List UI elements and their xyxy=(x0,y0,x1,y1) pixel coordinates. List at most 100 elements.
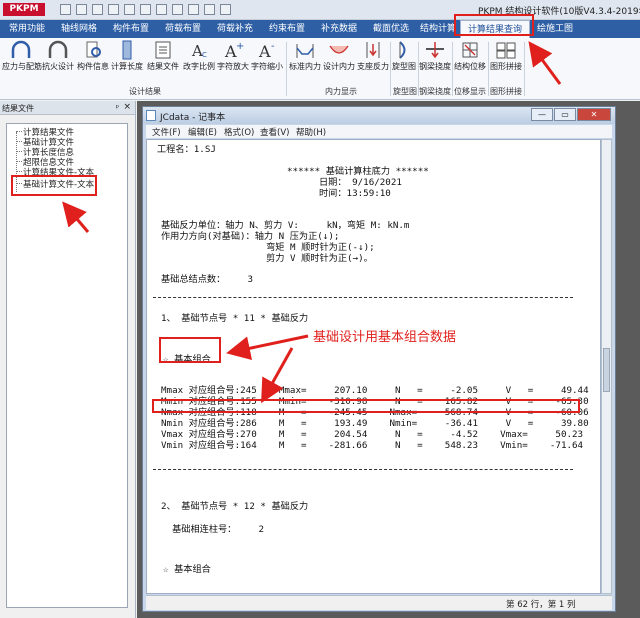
close-icon[interactable]: × xyxy=(123,102,131,112)
design-force-icon xyxy=(329,45,349,54)
text-shrink-button[interactable]: A- 字符缩小 xyxy=(250,40,284,76)
structure-displacement-button[interactable]: 结构位移 xyxy=(452,40,488,76)
text-enlarge-button[interactable]: A + 字符放大 xyxy=(216,40,250,76)
minimize-button[interactable]: — xyxy=(531,108,553,121)
design-force-button[interactable]: 设计内力 xyxy=(322,40,356,76)
tool-label: 结果文件 xyxy=(147,62,179,71)
fire-design-button[interactable]: 抗火设计 xyxy=(40,40,76,76)
zoom-icon[interactable] xyxy=(156,4,167,15)
save-icon[interactable] xyxy=(92,4,103,15)
result-row-vmax: Vmax 对应组合号:270 M = 204.54 N = -4.52 Vmax… xyxy=(161,429,584,440)
notepad-menubar: 文件(F) 编辑(E) 格式(O) 查看(V) 帮助(H) xyxy=(146,125,612,138)
svg-text:C: C xyxy=(202,51,207,59)
tab-supplement-data[interactable]: 补充数据 xyxy=(314,20,364,38)
maximize-button[interactable]: ▭ xyxy=(554,108,576,121)
result-file-button[interactable]: 结果文件 xyxy=(146,40,180,76)
pan-icon[interactable] xyxy=(188,4,199,15)
tree-connector xyxy=(16,161,22,162)
tab-section-optimize[interactable]: 截面优选 xyxy=(366,20,416,38)
menu-file[interactable]: 文件(F) xyxy=(152,126,181,138)
text-total-nodes: 基础总结点数： 3 xyxy=(161,274,253,285)
graph-merge-button[interactable]: 图形拼接 xyxy=(488,40,524,76)
svg-text:-: - xyxy=(271,41,275,52)
print-icon[interactable] xyxy=(140,4,151,15)
settings-icon[interactable] xyxy=(220,4,231,15)
tool-label: 图形拼接 xyxy=(490,62,522,71)
text-project: 工程名：1.SJ xyxy=(157,144,216,155)
group-label-graph-merge: 图形拼接 xyxy=(490,87,522,96)
notepad-statusbar: 第 62 行，第 1 列 xyxy=(146,595,612,610)
mode-shape-button[interactable]: 旋型图 xyxy=(391,40,417,76)
text-heading: ****** 基础计算柱底力 ****** xyxy=(287,166,429,177)
text-scale-icon: AC xyxy=(191,42,207,60)
group-separator xyxy=(286,42,287,96)
result-row-mmax: Mmax 对应组合号:245 Mmax= 207.10 N = -2.05 V … xyxy=(161,385,589,396)
tool-label: 应力与配筋 xyxy=(2,62,42,71)
pin-icon[interactable]: ᵖ xyxy=(116,103,119,112)
tab-constraint-layout[interactable]: 约束布置 xyxy=(262,20,312,38)
graph-merge-icon xyxy=(496,42,516,59)
tab-drawing[interactable]: 绘施工图 xyxy=(532,20,578,38)
open-icon[interactable] xyxy=(76,4,87,15)
displacement-icon xyxy=(462,42,478,58)
ribbon-toolbar: 应力与配筋 抗火设计 构件信息 计算长度 结果文件 AC 改字比例 A + 字符放… xyxy=(0,38,640,100)
tree-connector xyxy=(16,131,22,132)
menu-view[interactable]: 查看(V) xyxy=(260,126,289,138)
highlight-basic-combo xyxy=(159,337,221,363)
text-divider xyxy=(153,297,573,298)
tab-load-supplement[interactable]: 荷载补充 xyxy=(210,20,260,38)
tab-load-layout[interactable]: 荷载布置 xyxy=(158,20,208,38)
deflection-icon xyxy=(426,42,444,59)
support-reaction-button[interactable]: 支座反力 xyxy=(356,40,390,76)
steel-deflection-button[interactable]: 钢梁挠度 xyxy=(418,40,452,76)
highlight-calc-results-tab xyxy=(454,14,534,36)
calc-length-button[interactable]: 计算长度 xyxy=(110,40,144,76)
member-info-icon xyxy=(86,41,101,58)
tab-member-layout[interactable]: 构件布置 xyxy=(106,20,156,38)
tool-label: 计算长度 xyxy=(111,62,143,71)
text-enlarge-icon: A + xyxy=(224,41,244,60)
cursor-position: 第 62 行，第 1 列 xyxy=(506,600,576,610)
fire-arch-icon xyxy=(48,40,68,58)
group-label-deflection: 钢梁挠度 xyxy=(419,87,451,96)
tool-label: 构件信息 xyxy=(77,62,109,71)
tree-connector xyxy=(16,141,22,142)
undo-icon[interactable] xyxy=(108,4,119,15)
tab-axis-grid[interactable]: 轴线网格 xyxy=(54,20,104,38)
text-scale-button[interactable]: AC 改字比例 xyxy=(182,40,216,76)
stress-reinforcement-button[interactable]: 应力与配筋 xyxy=(2,40,42,76)
stress-icon xyxy=(11,40,31,58)
annotation-text: 基础设计用基本组合数据 xyxy=(313,330,457,345)
rotate-icon[interactable] xyxy=(204,4,215,15)
view-3d-icon[interactable] xyxy=(172,4,183,15)
scrollbar-thumb[interactable] xyxy=(603,348,610,392)
menu-help[interactable]: 帮助(H) xyxy=(296,126,326,138)
tool-label: 旋型图 xyxy=(392,62,416,71)
group-label-mode-shape: 旋型图 xyxy=(393,87,417,96)
text-date: 日期： 9/16/2021 xyxy=(319,177,402,188)
text-node-2: 2、 基础节点号 * 12 * 基础反力 xyxy=(161,501,309,512)
panel-header: 结果文件 ᵖ × xyxy=(0,101,135,115)
tool-label: 钢梁挠度 xyxy=(419,62,451,71)
member-info-button[interactable]: 构件信息 xyxy=(76,40,110,76)
new-icon[interactable] xyxy=(60,4,71,15)
tab-structure-calc[interactable]: 结构计算 xyxy=(418,20,458,38)
std-force-button[interactable]: 标准内力 xyxy=(288,40,322,76)
text-time: 时间：13:59:10 xyxy=(319,188,391,199)
tool-label: 标准内力 xyxy=(289,62,321,71)
vertical-scrollbar[interactable] xyxy=(601,139,612,594)
tool-label: 改字比例 xyxy=(183,62,215,71)
redo-icon[interactable] xyxy=(124,4,135,15)
tab-common[interactable]: 常用功能 xyxy=(2,20,52,38)
notepad-text-area[interactable]: 工程名：1.SJ ****** 基础计算柱底力 ****** 日期： 9/16/… xyxy=(146,139,601,594)
title-bar: PKPM PKPM 结构设计软件(10版V4.3.4-2019年3月 xyxy=(0,0,640,20)
menu-format[interactable]: 格式(O) xyxy=(224,126,254,138)
tool-label: 结构位移 xyxy=(454,62,486,71)
highlight-foundation-text-item xyxy=(11,175,97,196)
close-button[interactable]: ✕ xyxy=(577,108,611,121)
notepad-titlebar: JCdata - 记事本 — ▭ ✕ xyxy=(143,107,615,124)
text-basic-combo-2: ☆ 基本组合 xyxy=(163,564,211,575)
menu-edit[interactable]: 编辑(E) xyxy=(188,126,217,138)
tree-connector xyxy=(16,171,22,172)
std-force-icon xyxy=(296,44,314,58)
